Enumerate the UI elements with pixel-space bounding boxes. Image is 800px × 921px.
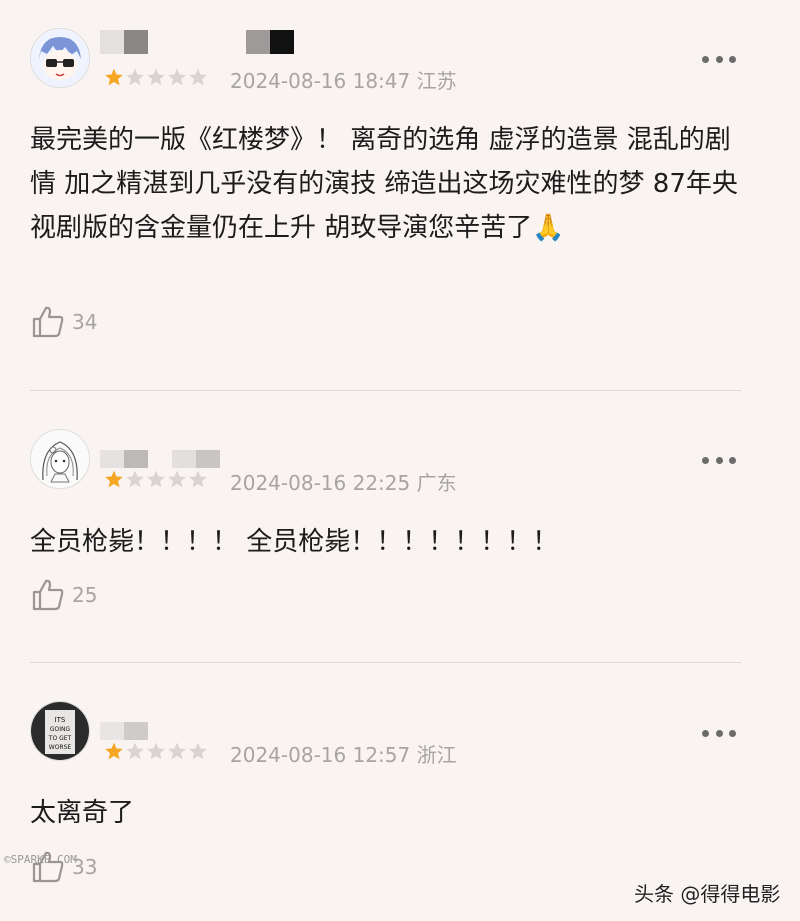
username-redacted[interactable] bbox=[100, 30, 294, 54]
review-content: 全员枪毙！！！！ 全员枪毙！！！！！！！！ bbox=[30, 527, 559, 557]
source-watermark: 头条 @得得电影 bbox=[634, 882, 781, 906]
star-rating bbox=[104, 67, 208, 87]
user-avatar[interactable] bbox=[30, 28, 90, 88]
review-meta: 2024-08-16 18:47 江苏 bbox=[230, 65, 457, 94]
more-options-icon[interactable] bbox=[702, 454, 736, 466]
star-filled-icon bbox=[105, 470, 123, 488]
thumbs-up-icon bbox=[32, 306, 64, 338]
star-empty-icon bbox=[168, 742, 186, 760]
avatar-sign-text: WORSE bbox=[49, 744, 72, 751]
avatar-sign-text: GOING bbox=[50, 726, 71, 733]
review-region: 浙江 bbox=[416, 743, 457, 767]
like-count: 25 bbox=[72, 583, 98, 607]
review-date: 2024-08-16 18:47 bbox=[230, 69, 411, 93]
user-avatar[interactable]: ITS GOING TO GET WORSE bbox=[30, 701, 90, 761]
star-rating bbox=[104, 469, 208, 489]
star-empty-icon bbox=[147, 742, 165, 760]
username-redacted[interactable] bbox=[100, 722, 148, 740]
review-meta: 2024-08-16 22:25 广东 bbox=[230, 467, 457, 496]
review-date: 2024-08-16 12:57 bbox=[230, 743, 411, 767]
more-options-icon[interactable] bbox=[702, 727, 736, 739]
star-empty-icon bbox=[168, 470, 186, 488]
review-date: 2024-08-16 22:25 bbox=[230, 471, 411, 495]
divider bbox=[30, 662, 741, 663]
review-meta: 2024-08-16 12:57 浙江 bbox=[230, 739, 457, 768]
like-button[interactable]: 25 bbox=[30, 577, 97, 613]
star-empty-icon bbox=[126, 742, 144, 760]
like-count: 34 bbox=[72, 310, 98, 334]
like-button[interactable]: 34 bbox=[30, 304, 97, 340]
review-content: 最完美的一版《红楼梦》！ 离奇的选角 虚浮的造景 混乱的剧情 加之精湛到几乎没有… bbox=[30, 125, 738, 243]
thumbs-up-icon bbox=[32, 579, 64, 611]
review-region: 广东 bbox=[416, 471, 457, 495]
corner-watermark: ©SPARKE.COM bbox=[4, 853, 77, 866]
star-empty-icon bbox=[147, 470, 165, 488]
star-empty-icon bbox=[147, 68, 165, 86]
more-options-icon[interactable] bbox=[702, 53, 736, 65]
star-empty-icon bbox=[126, 470, 144, 488]
review-region: 江苏 bbox=[416, 69, 457, 93]
star-empty-icon bbox=[126, 68, 144, 86]
star-empty-icon bbox=[189, 470, 207, 488]
star-empty-icon bbox=[168, 68, 186, 86]
username-redacted[interactable] bbox=[100, 450, 220, 468]
user-avatar[interactable] bbox=[30, 429, 90, 489]
star-empty-icon bbox=[189, 68, 207, 86]
avatar-sign-text: TO GET bbox=[48, 735, 72, 742]
divider bbox=[30, 390, 741, 391]
review-content: 太离奇了 bbox=[30, 798, 135, 828]
star-empty-icon bbox=[189, 742, 207, 760]
avatar-sign-text: ITS bbox=[55, 716, 66, 724]
star-rating bbox=[104, 741, 208, 761]
star-filled-icon bbox=[105, 68, 123, 86]
star-filled-icon bbox=[105, 742, 123, 760]
